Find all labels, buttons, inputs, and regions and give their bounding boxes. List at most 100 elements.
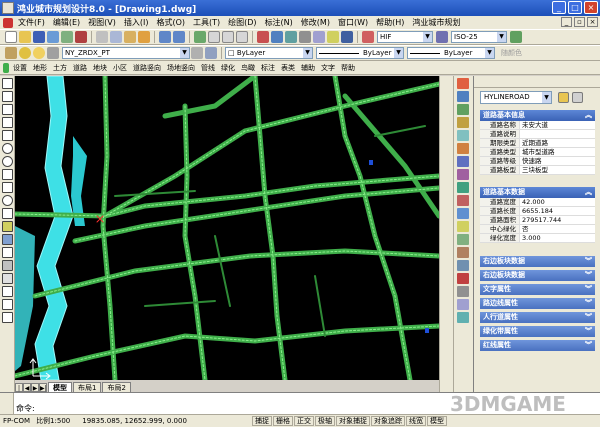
- layer-previous-icon[interactable]: [205, 47, 217, 59]
- section-header-right-board[interactable]: 右边板块数据 ︾: [480, 270, 595, 281]
- section-header-curb-props[interactable]: 路边线属性 ︾: [480, 298, 595, 309]
- trim-icon[interactable]: [457, 195, 469, 206]
- model-toggle[interactable]: 模型: [427, 416, 447, 426]
- print-icon[interactable]: [47, 31, 59, 43]
- layer-freeze-icon[interactable]: [33, 47, 45, 59]
- plug-item-earthwork[interactable]: 土方: [50, 63, 70, 73]
- menu-dimension[interactable]: 标注(N): [261, 16, 297, 29]
- menu-file[interactable]: 文件(F): [14, 16, 49, 29]
- plug-item-road[interactable]: 道路: [70, 63, 90, 73]
- menu-modify[interactable]: 修改(M): [297, 16, 334, 29]
- layer-manager-icon[interactable]: [5, 47, 17, 59]
- list-icon[interactable]: [457, 312, 469, 323]
- lineweight-combo[interactable]: ByLayer ▼: [407, 47, 495, 59]
- construction-line-icon[interactable]: [2, 91, 13, 102]
- lineweight-toggle[interactable]: 线宽: [406, 416, 426, 426]
- insert-block-icon[interactable]: [2, 221, 13, 232]
- status-scale[interactable]: 比例1:500: [33, 416, 73, 426]
- prop-row[interactable]: 道路长度 6655.184: [480, 207, 595, 216]
- menu-draw[interactable]: 绘图(D): [224, 16, 260, 29]
- make-block-icon[interactable]: [2, 234, 13, 245]
- distance-icon[interactable]: [457, 286, 469, 297]
- plug-item-assist[interactable]: 辅助: [298, 63, 318, 73]
- ellipse-arc-icon[interactable]: [2, 208, 13, 219]
- prop-row[interactable]: 道路名称 未安大道: [480, 121, 595, 130]
- tool-palette-icon[interactable]: [285, 31, 297, 43]
- object-type-select[interactable]: HYLINEROAD ▼: [480, 91, 552, 104]
- minimize-button[interactable]: _: [552, 1, 566, 14]
- mirror-icon[interactable]: [457, 104, 469, 115]
- menu-tools[interactable]: 工具(T): [189, 16, 224, 29]
- layer-on-icon[interactable]: [19, 47, 31, 59]
- ortho-toggle[interactable]: 正交: [294, 416, 314, 426]
- prop-row[interactable]: 道路板型 三块板型: [480, 166, 595, 175]
- prop-row[interactable]: 道路类型 城市型道路: [480, 148, 595, 157]
- osnap-toggle[interactable]: 对象捕捉: [336, 416, 370, 426]
- text-style-icon[interactable]: [362, 31, 374, 43]
- zoom-window-icon[interactable]: [222, 31, 234, 43]
- circle-icon[interactable]: [2, 156, 13, 167]
- redo-icon[interactable]: [173, 31, 185, 43]
- otrack-toggle[interactable]: 对象追踪: [371, 416, 405, 426]
- markup-icon[interactable]: [313, 31, 325, 43]
- doc-close-button[interactable]: ×: [587, 17, 598, 27]
- tab-next-button[interactable]: ▶: [31, 383, 39, 392]
- layer-combo[interactable]: NY_ZRDX_PT ▼: [62, 47, 190, 59]
- tab-model[interactable]: 模型: [48, 382, 72, 392]
- prop-row[interactable]: 绿化宽度 3.000: [480, 234, 595, 243]
- properties-icon[interactable]: [257, 31, 269, 43]
- break-icon[interactable]: [457, 221, 469, 232]
- section-header-sidewalk-props[interactable]: 人行道属性 ︾: [480, 312, 595, 323]
- plug-item-annotation[interactable]: 标注: [258, 63, 278, 73]
- polyline-icon[interactable]: [2, 104, 13, 115]
- explode-icon[interactable]: [457, 273, 469, 284]
- publish-icon[interactable]: [75, 31, 87, 43]
- tab-last-button[interactable]: ▶|: [39, 383, 47, 392]
- prop-row[interactable]: 道路等级 快速路: [480, 157, 595, 166]
- arc-icon[interactable]: [2, 143, 13, 154]
- new-file-icon[interactable]: [5, 31, 17, 43]
- menu-format[interactable]: 格式(O): [152, 16, 189, 29]
- color-combo[interactable]: □ ByLayer ▼: [225, 47, 313, 59]
- point-icon[interactable]: [2, 247, 13, 258]
- join-icon[interactable]: [457, 234, 469, 245]
- match-properties-icon[interactable]: [138, 31, 150, 43]
- polar-toggle[interactable]: 极轴: [315, 416, 335, 426]
- plug-item-greening[interactable]: 绿化: [218, 63, 238, 73]
- pan-icon[interactable]: [194, 31, 206, 43]
- offset-icon[interactable]: [457, 117, 469, 128]
- revision-cloud-icon[interactable]: [2, 169, 13, 180]
- prop-row[interactable]: 道路宽度 42.000: [480, 198, 595, 207]
- save-icon[interactable]: [33, 31, 45, 43]
- grid-toggle[interactable]: 栅格: [273, 416, 293, 426]
- hif-combo[interactable]: HIF ▼: [377, 31, 433, 43]
- plug-item-help[interactable]: 帮助: [338, 63, 358, 73]
- drawing-canvas[interactable]: [15, 76, 439, 380]
- plug-item-birdseye[interactable]: 鸟瞰: [238, 63, 258, 73]
- zoom-realtime-icon[interactable]: [208, 31, 220, 43]
- area-icon[interactable]: [457, 299, 469, 310]
- plug-item-parcel[interactable]: 地块: [90, 63, 110, 73]
- copy-icon[interactable]: [110, 31, 122, 43]
- linetype-combo[interactable]: ByLayer ▼: [316, 47, 404, 59]
- canvas-vertical-scrollbar[interactable]: [439, 76, 453, 392]
- plug-item-site-vertical[interactable]: 场地竖向: [164, 63, 198, 73]
- doc-restore-button[interactable]: ▫: [574, 17, 585, 27]
- menu-help[interactable]: 帮助(H): [372, 16, 408, 29]
- dim-style-icon[interactable]: [436, 31, 448, 43]
- cut-icon[interactable]: [96, 31, 108, 43]
- section-header-left-board[interactable]: 右边板块数据 ︾: [480, 256, 595, 267]
- sheet-set-icon[interactable]: [299, 31, 311, 43]
- zoom-previous-icon[interactable]: [236, 31, 248, 43]
- calculator-icon[interactable]: [327, 31, 339, 43]
- polygon-icon[interactable]: [2, 117, 13, 128]
- extend-icon[interactable]: [457, 208, 469, 219]
- gradient-icon[interactable]: [2, 273, 13, 284]
- copy-object-icon[interactable]: [457, 91, 469, 102]
- prop-row[interactable]: 道路面积 279517.744: [480, 216, 595, 225]
- plug-item-road-vertical[interactable]: 道路竖向: [130, 63, 164, 73]
- section-header-road-basic-info[interactable]: 道路基本信息 ︽: [480, 110, 595, 121]
- plug-item-terrain[interactable]: 地形: [30, 63, 50, 73]
- snap-toggle[interactable]: 捕捉: [252, 416, 272, 426]
- section-header-text-props[interactable]: 文字属性 ︾: [480, 284, 595, 295]
